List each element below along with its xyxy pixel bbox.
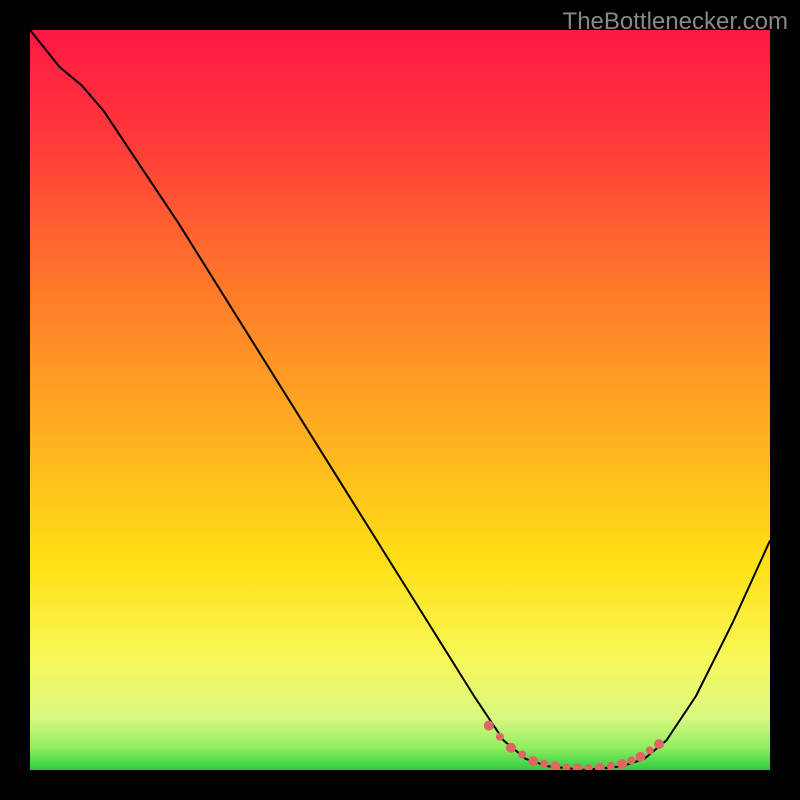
optimal-range-marker — [484, 721, 664, 770]
bottleneck-curve — [30, 30, 770, 770]
chart-container — [30, 30, 770, 770]
watermark-text: TheBottlenecker.com — [563, 8, 788, 36]
curve-layer — [30, 30, 770, 770]
